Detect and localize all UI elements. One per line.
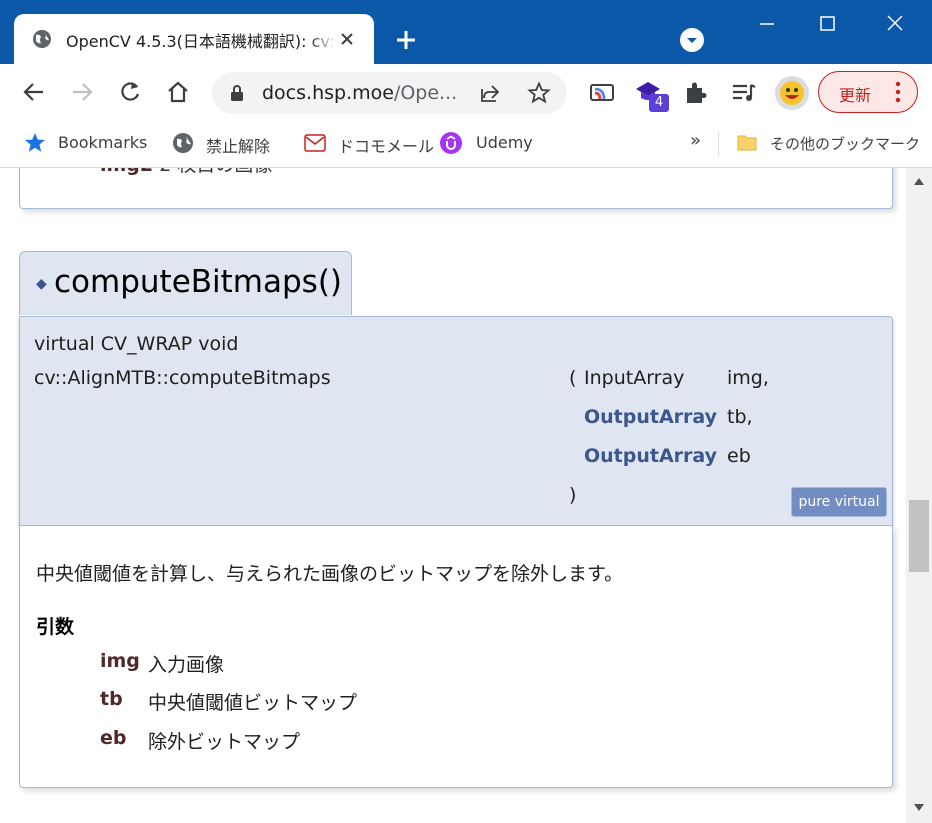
member-title: ◆ computeBitmaps() [19,251,352,315]
star-icon[interactable] [527,81,551,105]
profile-avatar-icon[interactable] [775,76,809,110]
reload-icon[interactable] [116,78,144,106]
browser-toolbar: docs.hsp.moe/Ope... 4 更新 [0,64,932,122]
close-icon[interactable] [336,28,358,50]
pure-virtual-badge: pure virtual [791,487,887,517]
bookmark-item[interactable]: Udemy [440,130,540,158]
bookmarks-bar: Bookmarks 禁止解除 ドコモメール Udemy » その他のブックマーク [0,122,932,168]
close-paren: ) [569,484,577,506]
close-window-icon[interactable] [880,10,910,38]
other-bookmarks-folder[interactable]: その他のブックマーク [736,130,920,158]
folder-icon [737,135,757,151]
udemy-icon [440,132,462,154]
new-tab-icon[interactable] [392,26,420,54]
star-icon [25,133,45,152]
chevron-down-icon[interactable] [680,28,704,52]
puzzle-icon[interactable] [682,79,710,107]
param-name: eb [727,445,751,467]
vertical-scrollbar[interactable] [906,168,932,823]
scrollbar-thumb[interactable] [909,500,929,572]
member-documentation: 中央値閾値を計算し、与えられた画像のビットマップを除外します。 引数 img 入… [19,526,893,788]
param-doc-desc: 除外ビットマップ [148,731,301,753]
scroll-down-arrow-icon[interactable] [913,803,925,813]
previous-member-doc: img2 2 枚目の画像 [19,168,893,209]
bookmark-item[interactable]: 禁止解除 [172,130,287,158]
open-paren: ( [569,367,577,389]
param-doc-name: tb [100,688,123,710]
param-type: InputArray [584,367,685,389]
cast-icon[interactable] [588,79,616,107]
minimize-icon[interactable] [752,10,782,38]
lock-icon[interactable] [230,84,244,102]
member-prototype: virtual CV_WRAP void cv::AlignMTB::compu… [19,316,893,526]
bookmarks-overflow-button[interactable]: » [690,130,706,158]
share-icon[interactable] [478,81,502,105]
update-button-label: 更新 [839,86,872,105]
title-bar: OpenCV 4.5.3(日本語機械翻訳): cv::AlignMTB Clas… [0,0,932,66]
param-type-link[interactable]: OutputArray [584,445,717,467]
scroll-up-arrow-icon[interactable] [913,176,925,186]
member-description: 中央値閾値を計算し、与えられた画像のビットマップを除外します。 [36,563,624,585]
params-heading: 引数 [36,616,75,638]
home-icon[interactable] [164,78,192,106]
more-vertical-icon [895,81,901,103]
diamond-icon: ◆ [36,276,47,292]
param-type-link[interactable]: OutputArray [584,406,717,428]
prev-param-line: img2 2 枚目の画像 [100,168,272,177]
bookmark-item[interactable]: Bookmarks [24,130,154,158]
param-doc-name: eb [100,727,127,749]
param-doc-desc: 入力画像 [148,654,225,676]
prototype-qualifiers: virtual CV_WRAP void [34,333,239,355]
prototype-function-name: cv::AlignMTB::computeBitmaps [34,367,331,389]
param-name: img, [727,367,769,389]
url-text: docs.hsp.moe/Ope... [262,82,458,104]
globe-icon [33,30,51,48]
update-button[interactable]: 更新 [818,71,918,113]
back-arrow-icon[interactable] [20,78,48,106]
tab-title: OpenCV 4.5.3(日本語機械翻訳): cv::AlignMTB Clas… [66,32,336,51]
page-viewport: img2 2 枚目の画像 ◆ computeBitmaps() virtual … [0,168,906,823]
divider [718,132,719,156]
extension-button[interactable]: 4 [634,78,669,112]
browser-tab[interactable]: OpenCV 4.5.3(日本語機械翻訳): cv::AlignMTB Clas… [14,14,374,66]
forward-arrow-icon[interactable] [68,78,96,106]
maximize-icon[interactable] [812,10,842,38]
param-doc-desc: 中央値閾値ビットマップ [148,692,358,714]
address-bar[interactable]: docs.hsp.moe/Ope... [212,72,567,114]
bookmark-item[interactable]: ドコモメール [304,130,434,158]
mail-icon [304,134,326,152]
param-name: tb, [727,406,753,428]
member-name: computeBitmaps() [54,264,343,300]
reading-list-icon[interactable] [730,79,758,107]
extension-badge: 4 [649,94,669,112]
param-doc-name: img [100,650,140,672]
globe-icon [173,133,193,153]
